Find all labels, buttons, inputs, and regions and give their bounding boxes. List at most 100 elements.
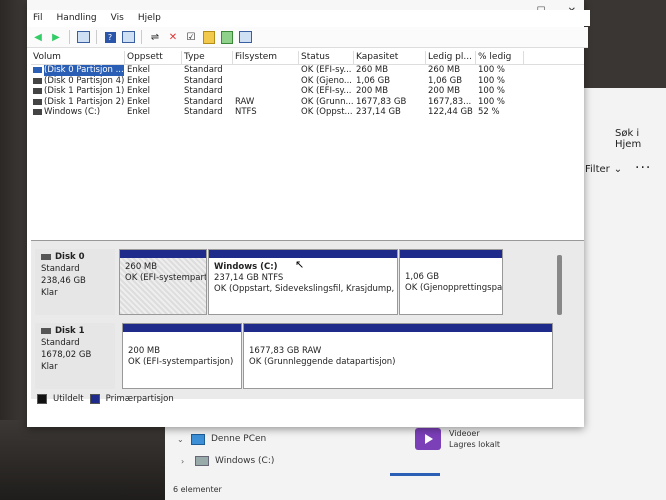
cell-volume: (Disk 1 Partisjon 1) — [44, 86, 125, 96]
help-button[interactable]: ? — [103, 30, 117, 44]
checkmark-icon: ☑ — [186, 31, 196, 43]
cell-percent-free: 100 % — [478, 96, 506, 107]
toolbar-separator — [96, 30, 97, 44]
explorer-filter-button[interactable]: Filter ⌄ — [585, 164, 622, 175]
disk-name: Disk 1 — [55, 326, 85, 336]
folder-item-videos[interactable]: Videoer Lagres lokalt — [415, 428, 500, 450]
cell-volume: (Disk 0 Partisjon ... — [44, 65, 124, 76]
column-header-free-space[interactable]: Ledig pl... — [426, 51, 476, 64]
cell-layout: Enkel — [127, 75, 150, 86]
table-row[interactable]: (Disk 1 Partisjon 2) Enkel Standard RAW … — [31, 97, 584, 108]
cell-type: Standard — [184, 65, 223, 75]
volume-icon — [33, 88, 42, 95]
cell-type: Standard — [184, 107, 223, 117]
cell-filesystem — [233, 86, 299, 97]
cell-free-space: 200 MB — [428, 86, 461, 96]
folder-button[interactable] — [202, 30, 216, 44]
primary-partition-swatch — [89, 394, 100, 404]
menu-view[interactable]: Vis — [111, 13, 124, 23]
disk-label-0[interactable]: Disk 0 Standard 238,46 GB Klar — [35, 249, 115, 315]
disk-size: 1678,02 GB — [41, 350, 92, 360]
disk-label-1[interactable]: Disk 1 Standard 1678,02 GB Klar — [35, 323, 115, 389]
column-header-volume[interactable]: Volum — [31, 51, 125, 64]
disk-state: Klar — [41, 362, 58, 372]
list-view-icon — [238, 31, 252, 43]
partition-header — [400, 250, 502, 258]
cell-percent-free: 100 % — [478, 75, 506, 86]
cell-percent-free: 52 % — [478, 107, 500, 117]
folder-name: Videoer — [449, 429, 480, 438]
table-row[interactable]: Windows (C:) Enkel Standard NTFS OK (Opp… — [31, 107, 584, 118]
properties-button[interactable] — [121, 30, 135, 44]
explorer-more-button[interactable]: ··· — [635, 160, 651, 176]
cell-free-space: 122,44 GB — [428, 107, 473, 117]
column-header-percent-free[interactable]: % ledig — [476, 51, 524, 64]
partition-header — [120, 250, 206, 258]
disk-row-1: Disk 1 Standard 1678,02 GB Klar 200 MB O… — [35, 323, 555, 389]
disk-type: Standard — [41, 264, 80, 274]
table-row[interactable]: (Disk 1 Partisjon 1) Enkel Standard OK (… — [31, 86, 584, 97]
volume-list: Volum Oppsett Type Filsystem Status Kapa… — [31, 51, 584, 237]
cell-filesystem: RAW — [235, 96, 255, 107]
folder-icon — [203, 30, 215, 44]
chevron-down-icon: ⌄ — [613, 164, 623, 175]
cell-free-space: 1,06 GB — [428, 75, 463, 86]
partition-status: OK (Oppstart, Sidevekslingsfil, Krasjdum… — [214, 284, 397, 294]
partition-disk1-efi[interactable]: 200 MB OK (EFI-systempartisjon) — [122, 323, 242, 389]
nav-item-this-pc[interactable]: ⌄ Denne PCen — [165, 428, 395, 450]
column-header-type[interactable]: Type — [182, 51, 233, 64]
cell-free-space: 260 MB — [428, 65, 461, 75]
volume-icon — [33, 98, 42, 105]
refresh-button[interactable] — [220, 30, 234, 44]
graph-scrollbar[interactable] — [557, 255, 562, 315]
explorer-search-box[interactable]: Søk i Hjem — [615, 128, 666, 150]
video-folder-icon — [415, 428, 441, 450]
cell-layout: Enkel — [127, 96, 150, 107]
cell-status: OK (Oppst... — [301, 107, 353, 117]
partition-size: 237,14 GB NTFS — [214, 273, 284, 283]
column-header-filesystem[interactable]: Filsystem — [233, 51, 299, 64]
menu-file[interactable]: Fil — [33, 13, 43, 23]
legend-unallocated: Utildelt — [53, 394, 84, 404]
check-button[interactable]: ☑ — [184, 30, 198, 44]
nav-item-label: Windows (C:) — [215, 456, 275, 466]
list-view-button[interactable] — [238, 30, 252, 44]
cell-filesystem — [233, 65, 299, 76]
menu-action[interactable]: Handling — [57, 13, 97, 23]
status-bar-count: 6 elementer — [173, 485, 222, 494]
table-row[interactable]: (Disk 0 Partisjon 4) Enkel Standard OK (… — [31, 76, 584, 87]
cell-type: Standard — [184, 75, 223, 86]
table-row[interactable]: (Disk 0 Partisjon ... Enkel Standard OK … — [31, 65, 584, 76]
drive-connect-icon: ⇌ — [150, 31, 160, 43]
disk-state: Klar — [41, 288, 58, 298]
refresh-icon — [221, 30, 233, 44]
column-header-layout[interactable]: Oppsett — [125, 51, 182, 64]
back-arrow-icon[interactable]: ◀ — [31, 30, 45, 44]
partition-disk0-efi[interactable]: 260 MB OK (EFI-systempartisjon) — [119, 249, 207, 315]
partition-size: 1,06 GB — [405, 272, 440, 282]
show-hide-console-tree-button[interactable] — [76, 30, 90, 44]
delete-button[interactable]: ✕ — [166, 30, 180, 44]
nav-item-windows-drive[interactable]: › Windows (C:) — [165, 450, 395, 472]
title-bar — [27, 0, 584, 10]
column-header-status[interactable]: Status — [299, 51, 354, 64]
menu-help[interactable]: Hjelp — [138, 13, 161, 23]
cell-layout: Enkel — [127, 86, 150, 96]
cell-capacity: 1,06 GB — [356, 75, 391, 86]
cell-status: OK (EFI-sy... — [301, 65, 352, 75]
partition-disk1-raw[interactable]: 1677,83 GB RAW OK (Grunnleggende datapar… — [243, 323, 553, 389]
column-header-capacity[interactable]: Kapasitet — [354, 51, 426, 64]
forward-arrow-icon[interactable]: ▶ — [49, 30, 63, 44]
connect-drive-button[interactable]: ⇌ — [148, 30, 162, 44]
partition-size: 260 MB — [125, 262, 158, 272]
chevron-right-icon: › — [181, 456, 185, 466]
cell-capacity: 260 MB — [356, 65, 389, 75]
partition-status: OK (EFI-systempartisjon) — [125, 273, 206, 283]
disk-graphical-view: Disk 0 Standard 238,46 GB Klar 260 MB OK… — [31, 240, 584, 399]
cell-volume: (Disk 0 Partisjon 4) — [44, 75, 125, 86]
cell-percent-free: 100 % — [478, 86, 506, 96]
toolbar: ◀ ▶ ? ⇌ ✕ ☑ — [27, 27, 588, 48]
volume-icon — [33, 67, 42, 74]
partition-disk0-recovery[interactable]: 1,06 GB OK (Gjenopprettingspartisjon) — [399, 249, 503, 315]
legend-primary: Primærpartisjon — [105, 394, 174, 404]
